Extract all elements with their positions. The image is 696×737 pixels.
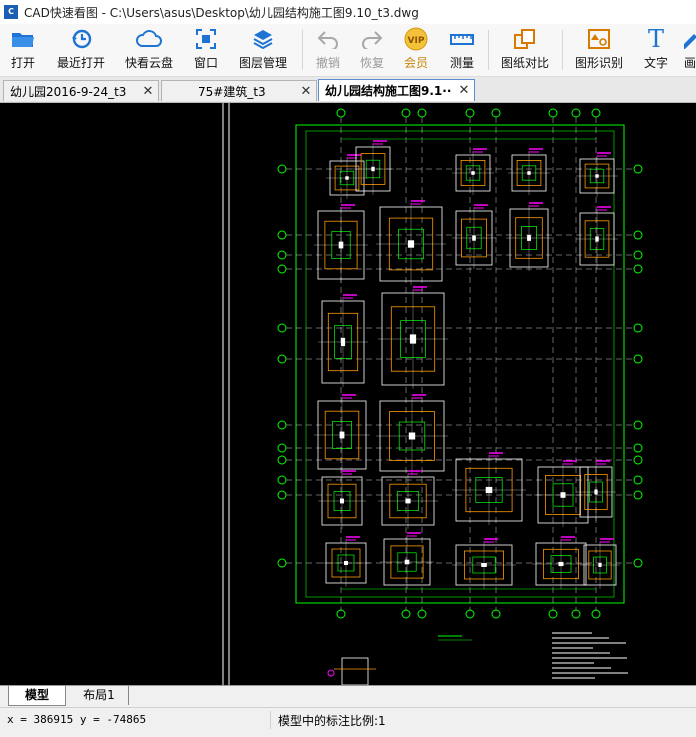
axis-bubble	[277, 420, 287, 430]
axis-bubble	[401, 108, 411, 118]
tab-structural-drawing[interactable]: 幼儿园结构施工图9.1·· ✕	[318, 79, 475, 101]
axis-bubble	[548, 609, 558, 619]
axis-bubble	[277, 250, 287, 260]
section-detail	[341, 657, 369, 685]
draw-icon	[684, 27, 696, 51]
cad-app-icon: C	[4, 5, 18, 19]
toolbar-divider	[488, 30, 489, 70]
axis-bubble	[336, 609, 346, 619]
axis-bubble	[633, 558, 643, 568]
structural-plan-drawing	[222, 103, 643, 685]
shape-recognition-button[interactable]: 图形识别	[572, 27, 626, 73]
axis-bubble	[491, 609, 501, 619]
vip-member-button[interactable]: VIP 会员	[400, 27, 432, 73]
layers-icon	[250, 27, 276, 51]
toolbar-divider	[562, 30, 563, 70]
ruler-icon	[449, 27, 475, 51]
draw-button[interactable]: 画	[684, 27, 696, 73]
axis-bubble	[571, 609, 581, 619]
axis-bubble	[417, 108, 427, 118]
axis-bubble	[277, 475, 287, 485]
vip-badge-icon: VIP	[403, 27, 429, 51]
axis-bubble	[277, 164, 287, 174]
undo-icon	[315, 27, 341, 51]
axis-bubble	[571, 108, 581, 118]
axis-bubble	[336, 108, 346, 118]
window-title: CAD快速看图 - C:\Users\asus\Desktop\幼儿园结构施工图…	[24, 5, 419, 20]
recent-clock-icon	[68, 27, 94, 51]
drawing-compare-button[interactable]: 图纸对比	[498, 27, 552, 73]
redo-icon	[359, 27, 385, 51]
document-tab-bar: 幼儿园2016-9-24_t3 ✕ 75#建筑_t3 ✕ 幼儿园结构施工图9.1…	[0, 77, 696, 103]
compare-icon	[512, 27, 538, 51]
axis-bubble	[633, 250, 643, 260]
text-t-icon: T	[647, 25, 664, 53]
shape-recognition-icon	[586, 27, 612, 51]
tab-layout1[interactable]: 布局1	[70, 686, 129, 705]
close-icon[interactable]: ✕	[458, 83, 470, 98]
axis-bubble	[277, 455, 287, 465]
tab-model[interactable]: 模型	[8, 686, 66, 706]
main-toolbar: 打开 最近打开 快看云盘 窗口 图层管理 撤销 恢复 VIP 会员 测量 图纸对…	[0, 24, 696, 77]
axis-bubble	[548, 108, 558, 118]
axis-bubble	[491, 108, 501, 118]
axis-bubble	[465, 108, 475, 118]
axis-bubble	[277, 443, 287, 453]
layout-tab-bar: 模型 布局1	[0, 685, 696, 707]
axis-bubble	[277, 230, 287, 240]
title-bar: C CAD快速看图 - C:\Users\asus\Desktop\幼儿园结构施…	[0, 0, 696, 25]
cursor-coordinates: x = 386915 y = -74865	[7, 713, 147, 726]
section-detail	[327, 669, 335, 677]
tab-kindergarten-2016[interactable]: 幼儿园2016-9-24_t3 ✕	[3, 80, 159, 101]
axis-bubble	[465, 609, 475, 619]
axis-bubble	[633, 443, 643, 453]
annotation-scale: 模型中的标注比例:1	[278, 714, 386, 728]
axis-bubble	[633, 164, 643, 174]
status-divider	[270, 711, 271, 729]
cloud-icon	[136, 27, 162, 51]
redo-button[interactable]: 恢复	[356, 27, 388, 73]
axis-bubble	[417, 609, 427, 619]
open-button[interactable]: 打开	[6, 27, 40, 73]
tab-75-architecture[interactable]: 75#建筑_t3 ✕	[161, 80, 317, 101]
axis-bubble	[633, 420, 643, 430]
axis-bubble	[277, 323, 287, 333]
window-fit-button[interactable]: 窗口	[190, 27, 222, 73]
axis-bubble	[633, 455, 643, 465]
close-icon[interactable]: ✕	[142, 84, 154, 99]
axis-bubble	[277, 354, 287, 364]
close-icon[interactable]: ✕	[300, 84, 312, 99]
axis-bubble	[633, 230, 643, 240]
axis-bubble	[277, 558, 287, 568]
grid-frame	[295, 124, 625, 604]
axis-bubble	[591, 609, 601, 619]
axis-bubble	[633, 354, 643, 364]
axis-bubble	[591, 108, 601, 118]
measure-button[interactable]: 测量	[446, 27, 478, 73]
svg-text:VIP: VIP	[408, 36, 425, 46]
axis-bubble	[633, 323, 643, 333]
axis-bubble	[277, 264, 287, 274]
window-fit-icon	[193, 27, 219, 51]
cad-drawing-canvas[interactable]	[0, 103, 696, 685]
recent-open-button[interactable]: 最近打开	[54, 27, 108, 73]
folder-open-icon	[10, 27, 36, 51]
status-bar: x = 386915 y = -74865 模型中的标注比例:1	[0, 707, 696, 737]
toolbar-divider	[302, 30, 303, 70]
text-button[interactable]: T 文字	[640, 27, 672, 73]
axis-bubble	[277, 490, 287, 500]
axis-bubble	[633, 490, 643, 500]
grid-frame	[305, 130, 615, 598]
axis-bubble	[633, 475, 643, 485]
axis-bubble	[401, 609, 411, 619]
undo-button[interactable]: 撤销	[312, 27, 344, 73]
cloud-drive-button[interactable]: 快看云盘	[122, 27, 176, 73]
layer-manager-button[interactable]: 图层管理	[236, 27, 290, 73]
axis-bubble	[633, 264, 643, 274]
